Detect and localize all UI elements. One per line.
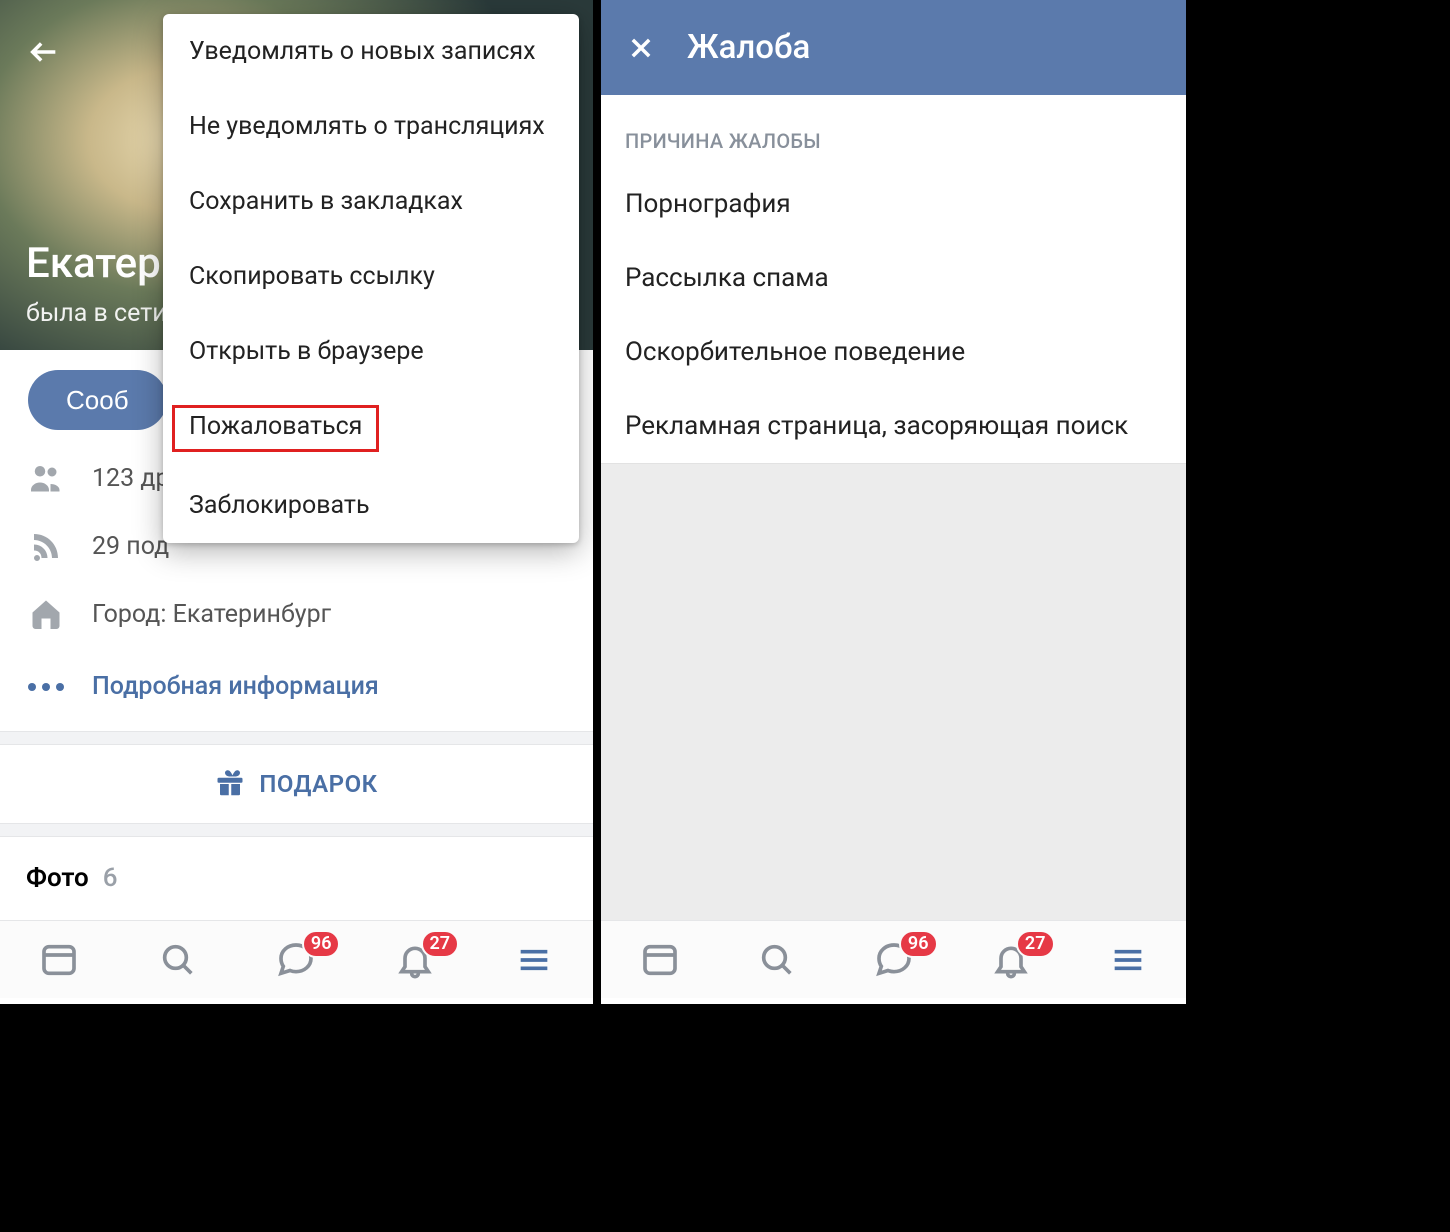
close-button[interactable] (621, 28, 661, 68)
dots-icon (28, 683, 64, 691)
toolbar: Жалоба (601, 0, 1186, 95)
divider (0, 731, 593, 745)
back-button[interactable] (22, 30, 66, 74)
more-info-label: Подробная информация (92, 672, 379, 701)
friends-text: 123 др (92, 464, 169, 493)
gift-button[interactable]: ПОДАРОК (0, 745, 593, 823)
divider (0, 823, 593, 837)
feed-icon (39, 940, 79, 980)
city-row[interactable]: Город: Екатеринбург (0, 580, 593, 648)
phone-left-profile: Екатери была в сети Сооб 123 др 29 под Г… (0, 0, 593, 1004)
city-text: Город: Екатеринбург (92, 600, 331, 629)
search-icon (757, 940, 797, 980)
nav-messages[interactable]: 96 (268, 932, 324, 988)
nav-menu[interactable] (506, 932, 562, 988)
last-seen-text: была в сети (26, 299, 167, 328)
friends-icon (28, 460, 64, 496)
reason-list: Порнография Рассылка спама Оскорбительно… (601, 167, 1186, 463)
reason-ad-page[interactable]: Рекламная страница, засоряющая поиск (601, 389, 1186, 463)
report-reason-label: ПРИЧИНА ЖАЛОБЫ (601, 95, 1186, 167)
message-button[interactable]: Сооб (28, 370, 167, 430)
close-icon (627, 34, 655, 62)
photos-count: 6 (103, 863, 118, 893)
menu-item-bookmark[interactable]: Сохранить в закладках (163, 164, 579, 239)
feed-icon (640, 940, 680, 980)
rss-icon (28, 528, 64, 564)
menu-item-report-label: Пожаловаться (172, 405, 379, 452)
bottom-nav: 96 27 (0, 920, 593, 998)
overflow-menu-dropdown: Уведомлять о новых записях Не уведомлять… (163, 14, 579, 543)
menu-item-notify-posts[interactable]: Уведомлять о новых записях (163, 14, 579, 89)
menu-item-report[interactable]: Пожаловаться (163, 389, 579, 468)
photos-section-header[interactable]: Фото 6 (0, 837, 593, 893)
badge-notifications: 27 (421, 930, 460, 958)
nav-messages[interactable]: 96 (866, 932, 922, 988)
toolbar-title: Жалоба (687, 28, 810, 67)
more-info-row[interactable]: Подробная информация (0, 648, 593, 731)
home-icon (28, 596, 64, 632)
gift-label: ПОДАРОК (259, 770, 377, 798)
nav-notifications[interactable]: 27 (983, 932, 1039, 988)
reason-offensive[interactable]: Оскорбительное поведение (601, 315, 1186, 389)
nav-search[interactable] (150, 932, 206, 988)
arrow-left-icon (27, 35, 61, 69)
reason-spam[interactable]: Рассылка спама (601, 241, 1186, 315)
nav-search[interactable] (749, 932, 805, 988)
gift-icon (215, 769, 245, 799)
profile-name: Екатери (26, 239, 185, 288)
subscribers-text: 29 под (92, 532, 169, 561)
empty-area (601, 463, 1186, 983)
menu-item-copy-link[interactable]: Скопировать ссылку (163, 239, 579, 314)
phone-right-report: Жалоба ПРИЧИНА ЖАЛОБЫ Порнография Рассыл… (593, 0, 1186, 1004)
menu-item-block[interactable]: Заблокировать (163, 468, 579, 543)
nav-menu[interactable] (1100, 932, 1156, 988)
nav-feed[interactable] (632, 932, 688, 988)
search-icon (158, 940, 198, 980)
badge-messages: 96 (899, 930, 938, 958)
hamburger-icon (514, 940, 554, 980)
nav-feed[interactable] (31, 932, 87, 988)
hamburger-icon (1108, 940, 1148, 980)
bottom-nav: 96 27 (601, 920, 1186, 998)
menu-item-open-browser[interactable]: Открыть в браузере (163, 314, 579, 389)
reason-porn[interactable]: Порнография (601, 167, 1186, 241)
menu-item-mute-streams[interactable]: Не уведомлять о трансляциях (163, 89, 579, 164)
nav-notifications[interactable]: 27 (387, 932, 443, 988)
photos-label: Фото (26, 863, 89, 893)
badge-notifications: 27 (1016, 930, 1055, 958)
badge-messages: 96 (302, 930, 341, 958)
